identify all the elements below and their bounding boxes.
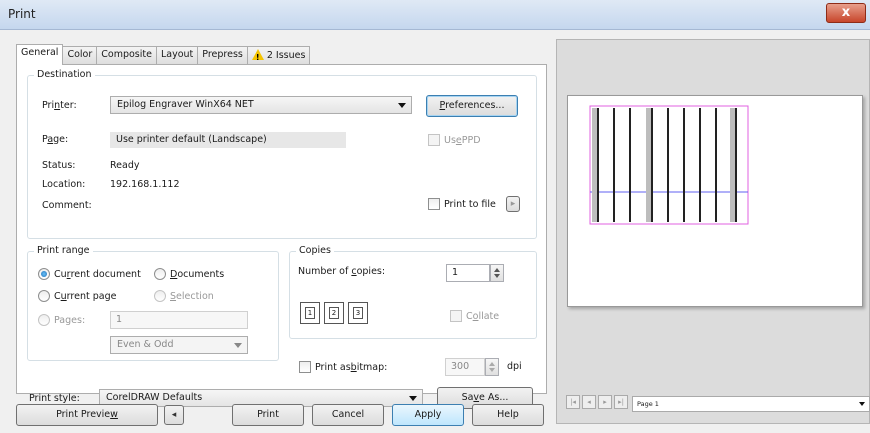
pages-input[interactable]: 1 [110,311,248,329]
close-icon: x [841,5,851,20]
radio-current-document[interactable]: Cu r rent document [38,268,141,280]
status-label: Status: [42,160,76,171]
printer-label: Printer: [42,100,77,111]
last-page-button[interactable]: ▸| [614,395,628,409]
number-of-copies-label: Number of copies: [298,266,386,277]
first-page-button[interactable]: |◂ [566,395,580,409]
preview-page-content [589,105,749,225]
tab-color[interactable]: Color [62,46,98,64]
chevron-down-icon [234,343,242,348]
tab-strip: General Color Composite Layout Prepress … [16,44,311,66]
next-page-button[interactable]: ▸ [598,395,612,409]
print-as-bitmap-checkbox[interactable]: Print as b itmap: [299,361,387,373]
apply-button[interactable]: Apply [392,404,464,426]
page-selector[interactable]: Page 1 [632,396,870,412]
general-tab-panel: Destination Printer: Epilog Engraver Win… [16,64,547,409]
destination-group-title: Destination [34,69,95,80]
window-title: Print [8,7,36,21]
page-orientation-field: Use printer default (Landscape) [110,132,346,148]
copies-spinner[interactable] [490,264,504,282]
radio-pages[interactable]: Pages: [38,314,85,326]
print-preview-button[interactable]: Print Preview [16,404,158,426]
destination-group: Destination Printer: Epilog Engraver Win… [27,69,537,239]
collapse-preview-icon: ◂ [171,410,177,420]
close-button[interactable]: x [826,3,866,23]
collate-pages-icon: 2 [324,302,344,324]
copies-group-title: Copies [296,245,334,256]
odd-even-select[interactable]: Even & Odd [110,336,248,354]
dpi-unit-label: dpi [507,361,522,372]
tab-prepress[interactable]: Prepress [197,46,248,64]
tab-composite[interactable]: Composite [96,46,157,64]
print-style-label: Print style: [29,393,80,404]
print-range-group-title: Print range [34,245,93,256]
radio-selection[interactable]: Selection [154,290,214,302]
chevron-down-icon [398,103,406,108]
number-of-copies-input[interactable]: 1 [446,264,490,282]
page-label: Page: [42,134,69,145]
chevron-down-icon [409,396,417,401]
print-range-group: Print range Cu r rent document Documents C… [27,245,279,361]
tab-layout[interactable]: Layout [155,46,199,64]
use-ppd-checkbox[interactable]: Us e PPD [428,134,481,146]
radio-current-page[interactable]: Cu rrent page [38,290,116,302]
help-button[interactable]: Help [472,404,544,426]
title-bar: Print x [0,0,870,30]
arrow-right-icon: ▸ [510,199,516,209]
preview-page [567,95,863,307]
location-label: Location: [42,179,86,190]
cancel-button[interactable]: Cancel [312,404,384,426]
toggle-preview-button[interactable]: ◂ [164,405,184,425]
comment-label: Comment: [42,200,92,211]
radio-documents[interactable]: Documents [154,268,224,280]
previous-page-button[interactable]: ◂ [582,395,596,409]
dpi-spinner[interactable] [485,358,499,376]
print-to-file-arrow-button[interactable]: ▸ [506,196,520,212]
location-value: 192.168.1.112 [110,179,180,190]
dialog-client: General Color Composite Layout Prepress … [0,30,870,433]
chevron-down-icon [859,402,865,406]
print-to-file-checkbox[interactable]: Print to file [428,198,496,210]
printer-select[interactable]: Epilog Engraver WinX64 NET [110,96,412,114]
bitmap-dpi-input[interactable]: 300 [445,358,485,376]
collate-checkbox[interactable]: Co llate [450,310,499,322]
tab-general[interactable]: General [16,44,64,65]
preferences-button[interactable]: Preferences... [426,95,518,117]
copies-group: Copies Number of copies: 1 1 2 3 Co llate [289,245,537,339]
tab-issues[interactable]: 2 Issues [246,46,311,66]
print-preview-pane [556,39,870,424]
status-value: Ready [110,160,140,171]
warning-icon [251,49,264,66]
print-button[interactable]: Print [232,404,304,426]
collate-pages-icon: 3 [348,302,368,324]
collate-pages-icon: 1 [300,302,320,324]
